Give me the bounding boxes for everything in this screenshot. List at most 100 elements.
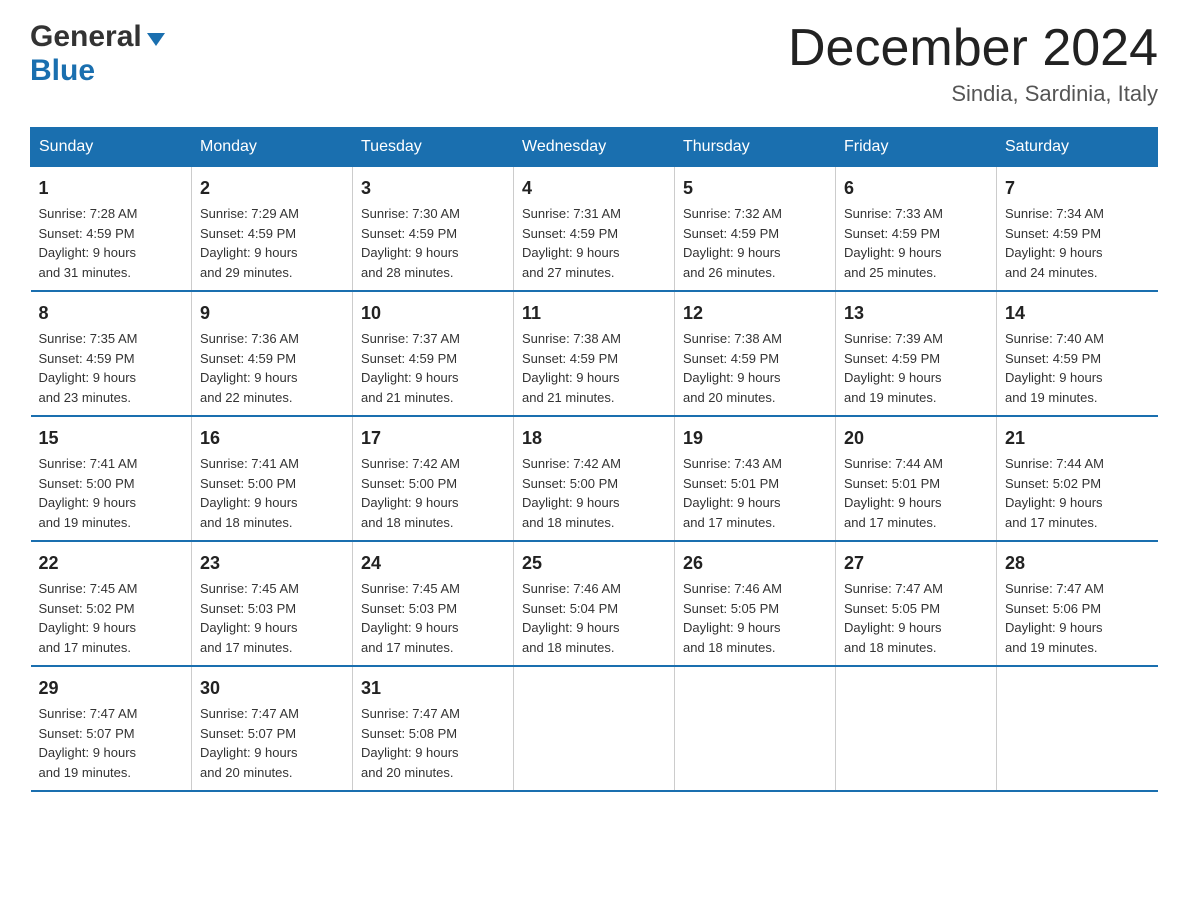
sunrise-text: Sunrise: 7:33 AM xyxy=(844,206,943,221)
sunset-text: Sunset: 5:00 PM xyxy=(361,476,457,491)
calendar-cell: 14 Sunrise: 7:40 AM Sunset: 4:59 PM Dayl… xyxy=(997,291,1158,416)
sunset-text: Sunset: 5:03 PM xyxy=(200,601,296,616)
calendar-cell: 5 Sunrise: 7:32 AM Sunset: 4:59 PM Dayli… xyxy=(675,167,836,292)
sunrise-text: Sunrise: 7:47 AM xyxy=(844,581,943,596)
sunrise-text: Sunrise: 7:45 AM xyxy=(200,581,299,596)
calendar-cell: 9 Sunrise: 7:36 AM Sunset: 4:59 PM Dayli… xyxy=(192,291,353,416)
calendar-cell: 4 Sunrise: 7:31 AM Sunset: 4:59 PM Dayli… xyxy=(514,167,675,292)
daylight-text: Daylight: 9 hours xyxy=(1005,495,1103,510)
daylight-text: Daylight: 9 hours xyxy=(200,495,298,510)
sunrise-text: Sunrise: 7:47 AM xyxy=(200,706,299,721)
daylight-continuation: and 20 minutes. xyxy=(200,765,293,780)
daylight-text: Daylight: 9 hours xyxy=(1005,370,1103,385)
sunset-text: Sunset: 5:02 PM xyxy=(1005,476,1101,491)
sunset-text: Sunset: 5:02 PM xyxy=(39,601,135,616)
daylight-continuation: and 31 minutes. xyxy=(39,265,132,280)
sunrise-text: Sunrise: 7:35 AM xyxy=(39,331,138,346)
daylight-text: Daylight: 9 hours xyxy=(522,620,620,635)
calendar-cell: 22 Sunrise: 7:45 AM Sunset: 5:02 PM Dayl… xyxy=(31,541,192,666)
sunset-text: Sunset: 4:59 PM xyxy=(1005,226,1101,241)
daylight-continuation: and 18 minutes. xyxy=(683,640,776,655)
calendar-header-row: Sunday Monday Tuesday Wednesday Thursday… xyxy=(31,128,1158,167)
day-number: 24 xyxy=(361,550,505,577)
sunrise-text: Sunrise: 7:45 AM xyxy=(361,581,460,596)
day-number: 20 xyxy=(844,425,988,452)
sunset-text: Sunset: 4:59 PM xyxy=(844,226,940,241)
calendar-table: Sunday Monday Tuesday Wednesday Thursday… xyxy=(30,127,1158,792)
daylight-text: Daylight: 9 hours xyxy=(522,370,620,385)
sunset-text: Sunset: 4:59 PM xyxy=(361,351,457,366)
daylight-text: Daylight: 9 hours xyxy=(361,245,459,260)
calendar-cell: 31 Sunrise: 7:47 AM Sunset: 5:08 PM Dayl… xyxy=(353,666,514,791)
daylight-continuation: and 18 minutes. xyxy=(522,640,615,655)
daylight-continuation: and 19 minutes. xyxy=(39,515,132,530)
calendar-week-row: 8 Sunrise: 7:35 AM Sunset: 4:59 PM Dayli… xyxy=(31,291,1158,416)
sunrise-text: Sunrise: 7:47 AM xyxy=(1005,581,1104,596)
daylight-text: Daylight: 9 hours xyxy=(683,495,781,510)
daylight-continuation: and 19 minutes. xyxy=(844,390,937,405)
day-number: 17 xyxy=(361,425,505,452)
daylight-text: Daylight: 9 hours xyxy=(361,495,459,510)
sunset-text: Sunset: 4:59 PM xyxy=(361,226,457,241)
calendar-cell: 25 Sunrise: 7:46 AM Sunset: 5:04 PM Dayl… xyxy=(514,541,675,666)
sunrise-text: Sunrise: 7:44 AM xyxy=(844,456,943,471)
daylight-text: Daylight: 9 hours xyxy=(844,245,942,260)
daylight-continuation: and 18 minutes. xyxy=(361,515,454,530)
daylight-continuation: and 19 minutes. xyxy=(1005,390,1098,405)
day-number: 9 xyxy=(200,300,344,327)
daylight-continuation: and 20 minutes. xyxy=(361,765,454,780)
calendar-cell: 17 Sunrise: 7:42 AM Sunset: 5:00 PM Dayl… xyxy=(353,416,514,541)
day-number: 2 xyxy=(200,175,344,202)
calendar-cell: 10 Sunrise: 7:37 AM Sunset: 4:59 PM Dayl… xyxy=(353,291,514,416)
daylight-continuation: and 25 minutes. xyxy=(844,265,937,280)
daylight-text: Daylight: 9 hours xyxy=(683,245,781,260)
daylight-text: Daylight: 9 hours xyxy=(1005,245,1103,260)
daylight-continuation: and 27 minutes. xyxy=(522,265,615,280)
day-number: 28 xyxy=(1005,550,1150,577)
calendar-cell: 20 Sunrise: 7:44 AM Sunset: 5:01 PM Dayl… xyxy=(836,416,997,541)
calendar-cell xyxy=(514,666,675,791)
calendar-cell: 27 Sunrise: 7:47 AM Sunset: 5:05 PM Dayl… xyxy=(836,541,997,666)
daylight-continuation: and 29 minutes. xyxy=(200,265,293,280)
day-number: 29 xyxy=(39,675,184,702)
day-number: 13 xyxy=(844,300,988,327)
daylight-continuation: and 18 minutes. xyxy=(200,515,293,530)
sunrise-text: Sunrise: 7:40 AM xyxy=(1005,331,1104,346)
calendar-week-row: 1 Sunrise: 7:28 AM Sunset: 4:59 PM Dayli… xyxy=(31,167,1158,292)
daylight-text: Daylight: 9 hours xyxy=(200,620,298,635)
day-number: 4 xyxy=(522,175,666,202)
daylight-continuation: and 17 minutes. xyxy=(39,640,132,655)
daylight-continuation: and 17 minutes. xyxy=(844,515,937,530)
calendar-cell: 13 Sunrise: 7:39 AM Sunset: 4:59 PM Dayl… xyxy=(836,291,997,416)
sunset-text: Sunset: 5:08 PM xyxy=(361,726,457,741)
sunset-text: Sunset: 5:00 PM xyxy=(522,476,618,491)
daylight-continuation: and 18 minutes. xyxy=(522,515,615,530)
daylight-text: Daylight: 9 hours xyxy=(844,495,942,510)
col-monday: Monday xyxy=(192,128,353,167)
daylight-text: Daylight: 9 hours xyxy=(522,245,620,260)
sunrise-text: Sunrise: 7:43 AM xyxy=(683,456,782,471)
calendar-cell: 7 Sunrise: 7:34 AM Sunset: 4:59 PM Dayli… xyxy=(997,167,1158,292)
col-saturday: Saturday xyxy=(997,128,1158,167)
day-number: 16 xyxy=(200,425,344,452)
day-number: 23 xyxy=(200,550,344,577)
daylight-text: Daylight: 9 hours xyxy=(200,370,298,385)
sunrise-text: Sunrise: 7:42 AM xyxy=(361,456,460,471)
calendar-cell: 23 Sunrise: 7:45 AM Sunset: 5:03 PM Dayl… xyxy=(192,541,353,666)
daylight-text: Daylight: 9 hours xyxy=(200,745,298,760)
logo: General Blue xyxy=(30,20,165,88)
sunset-text: Sunset: 4:59 PM xyxy=(200,351,296,366)
calendar-cell: 2 Sunrise: 7:29 AM Sunset: 4:59 PM Dayli… xyxy=(192,167,353,292)
sunrise-text: Sunrise: 7:42 AM xyxy=(522,456,621,471)
daylight-text: Daylight: 9 hours xyxy=(683,620,781,635)
calendar-cell: 24 Sunrise: 7:45 AM Sunset: 5:03 PM Dayl… xyxy=(353,541,514,666)
day-number: 31 xyxy=(361,675,505,702)
daylight-continuation: and 19 minutes. xyxy=(39,765,132,780)
calendar-cell: 15 Sunrise: 7:41 AM Sunset: 5:00 PM Dayl… xyxy=(31,416,192,541)
daylight-text: Daylight: 9 hours xyxy=(39,495,137,510)
sunrise-text: Sunrise: 7:32 AM xyxy=(683,206,782,221)
calendar-cell: 12 Sunrise: 7:38 AM Sunset: 4:59 PM Dayl… xyxy=(675,291,836,416)
logo-triangle-icon xyxy=(147,33,165,46)
daylight-text: Daylight: 9 hours xyxy=(39,245,137,260)
col-sunday: Sunday xyxy=(31,128,192,167)
